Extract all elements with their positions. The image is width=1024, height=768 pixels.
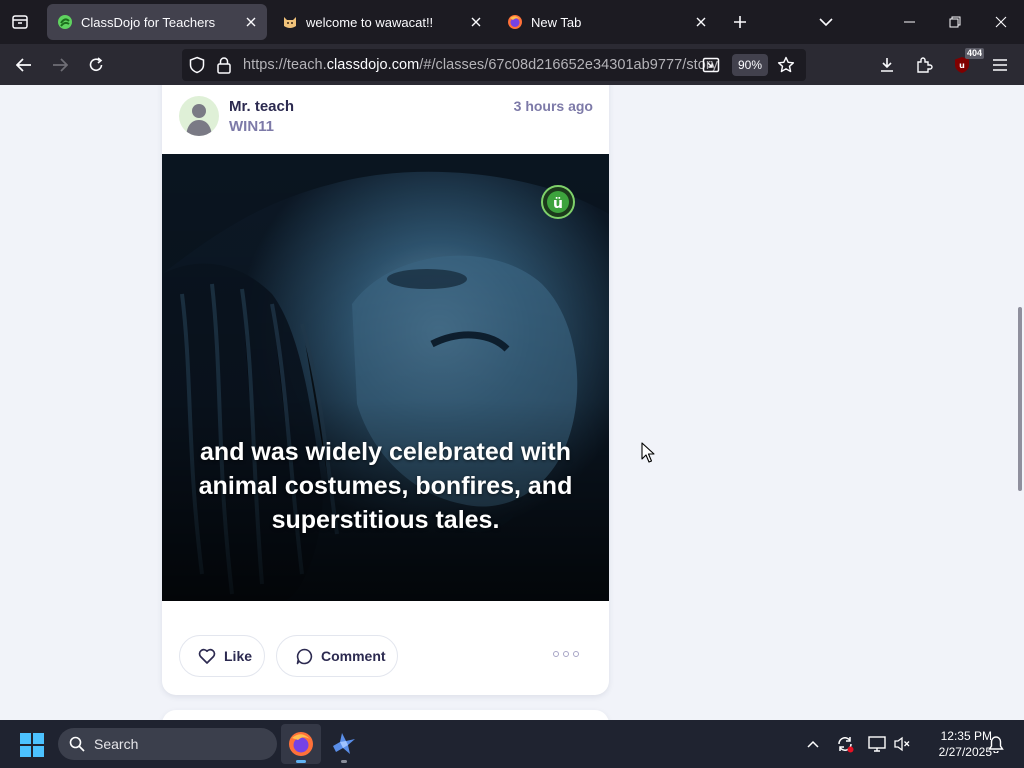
restore-button[interactable] bbox=[932, 0, 978, 44]
firefox-view-button[interactable] bbox=[0, 0, 40, 44]
close-icon bbox=[696, 17, 706, 27]
tracking-protection-shield-icon[interactable] bbox=[188, 56, 206, 79]
firefox-icon bbox=[289, 732, 313, 756]
post-author-name[interactable]: Mr. teach bbox=[229, 98, 294, 115]
close-icon bbox=[995, 16, 1007, 28]
minimize-button[interactable] bbox=[886, 0, 932, 44]
tab-title: ClassDojo for Teachers bbox=[81, 14, 216, 30]
tab-new-tab[interactable]: New Tab bbox=[497, 4, 717, 40]
volume-muted-icon[interactable] bbox=[892, 734, 912, 754]
close-window-button[interactable] bbox=[978, 0, 1024, 44]
close-tab-button[interactable] bbox=[464, 10, 488, 34]
next-post-card bbox=[162, 710, 609, 720]
svg-text:ü: ü bbox=[553, 196, 563, 212]
chevron-up-icon bbox=[807, 740, 819, 748]
clock-time: 12:35 PM bbox=[940, 729, 992, 743]
page-scrollbar[interactable] bbox=[1018, 307, 1022, 491]
address-bar[interactable]: https://teach.classdojo.com/#/classes/67… bbox=[182, 49, 806, 81]
tab-bar: ClassDojo for Teachers welcome to wawaca… bbox=[0, 0, 1024, 44]
taskbar-firefox[interactable] bbox=[281, 724, 321, 764]
search-icon bbox=[69, 736, 85, 752]
search-placeholder: Search bbox=[94, 736, 139, 752]
firefox-view-icon bbox=[12, 15, 28, 29]
list-all-tabs-button[interactable] bbox=[812, 8, 840, 36]
page-content: Mr. teach WIN11 3 hours ago ü and was wi… bbox=[0, 85, 1024, 720]
forward-button[interactable] bbox=[45, 50, 75, 80]
reload-button[interactable] bbox=[81, 50, 111, 80]
tab-classdojo[interactable]: ClassDojo for Teachers bbox=[47, 4, 267, 40]
ublock-origin-button[interactable]: u 404 bbox=[947, 48, 985, 80]
arrow-left-icon bbox=[16, 58, 31, 72]
close-tab-button[interactable] bbox=[239, 10, 263, 34]
arrow-right-icon bbox=[53, 58, 68, 72]
restore-icon bbox=[949, 16, 961, 28]
notifications-bell-icon[interactable] bbox=[986, 734, 1006, 754]
extensions-button[interactable] bbox=[909, 50, 939, 80]
taskbar-search-box[interactable]: Search bbox=[58, 728, 277, 760]
windows-logo-icon bbox=[20, 733, 44, 757]
tab-title: New Tab bbox=[531, 14, 582, 30]
running-indicator bbox=[341, 760, 347, 763]
comment-bubble-icon bbox=[296, 648, 313, 664]
display-tray-icon[interactable] bbox=[867, 734, 887, 754]
downloads-button[interactable] bbox=[872, 50, 902, 80]
tab-wawacat[interactable]: welcome to wawacat!! bbox=[272, 4, 492, 40]
sync-tray-icon[interactable] bbox=[835, 734, 855, 754]
classdojo-icon bbox=[57, 14, 73, 30]
cat-icon bbox=[282, 14, 298, 30]
avatar[interactable] bbox=[179, 96, 219, 136]
zoom-level-badge[interactable]: 90% bbox=[732, 54, 769, 76]
tab-title: welcome to wawacat!! bbox=[306, 14, 434, 30]
more-options-icon[interactable] bbox=[553, 646, 579, 662]
comment-button[interactable]: Comment bbox=[276, 635, 398, 677]
post-actions: Like Comment bbox=[162, 632, 609, 677]
running-indicator bbox=[296, 760, 306, 763]
download-icon bbox=[881, 58, 893, 72]
bookmark-star-icon[interactable] bbox=[777, 56, 795, 79]
video-caption: and was widely celebrated with animal co… bbox=[198, 438, 573, 534]
close-icon bbox=[471, 17, 481, 27]
url-host: classdojo.com bbox=[326, 57, 420, 73]
url-path: /#/classes/67c08d216652e34301ab9777/stor… bbox=[419, 57, 718, 73]
windows-taskbar: Search 12:35 PM 2/27/2025 bbox=[0, 720, 1024, 768]
post-class-name: WIN11 bbox=[229, 118, 275, 135]
taskbar-app-bird[interactable] bbox=[324, 724, 364, 764]
taskbar-clock[interactable]: 12:35 PM 2/27/2025 bbox=[918, 728, 992, 760]
navigation-toolbar: https://teach.classdojo.com/#/classes/67… bbox=[0, 44, 1024, 85]
svg-text:u: u bbox=[959, 61, 965, 70]
app-menu-button[interactable] bbox=[985, 50, 1015, 80]
heart-icon bbox=[198, 648, 216, 664]
url-prefix: https://teach. bbox=[243, 57, 327, 73]
back-button[interactable] bbox=[9, 50, 39, 80]
bird-app-icon bbox=[333, 733, 355, 754]
comment-label: Comment bbox=[321, 648, 386, 664]
show-hidden-icons-button[interactable] bbox=[803, 734, 823, 754]
user-silhouette-icon bbox=[186, 104, 212, 136]
mouse-cursor-icon bbox=[641, 442, 655, 463]
lock-icon[interactable] bbox=[216, 56, 232, 79]
chevron-down-icon bbox=[819, 18, 833, 27]
like-button[interactable]: Like bbox=[179, 635, 265, 677]
reload-icon bbox=[89, 57, 103, 71]
like-label: Like bbox=[224, 648, 253, 664]
close-tab-button[interactable] bbox=[689, 10, 713, 34]
puzzle-icon bbox=[917, 57, 933, 73]
hamburger-menu-icon bbox=[993, 59, 1007, 71]
plus-icon bbox=[734, 16, 746, 28]
reader-view-icon[interactable] bbox=[702, 56, 720, 79]
close-icon bbox=[246, 17, 256, 27]
url-text[interactable]: https://teach.classdojo.com/#/classes/67… bbox=[243, 57, 718, 73]
clock-date: 2/27/2025 bbox=[938, 745, 992, 759]
ublock-count-badge: 404 bbox=[965, 48, 985, 59]
post-video[interactable]: ü and was widely celebrated with animal … bbox=[162, 154, 609, 601]
minimize-icon bbox=[903, 21, 915, 23]
story-post-card: Mr. teach WIN11 3 hours ago ü and was wi… bbox=[162, 85, 609, 695]
start-button[interactable] bbox=[20, 733, 44, 762]
firefox-icon bbox=[507, 14, 523, 30]
new-tab-button[interactable] bbox=[726, 8, 754, 36]
post-timestamp: 3 hours ago bbox=[513, 98, 593, 114]
